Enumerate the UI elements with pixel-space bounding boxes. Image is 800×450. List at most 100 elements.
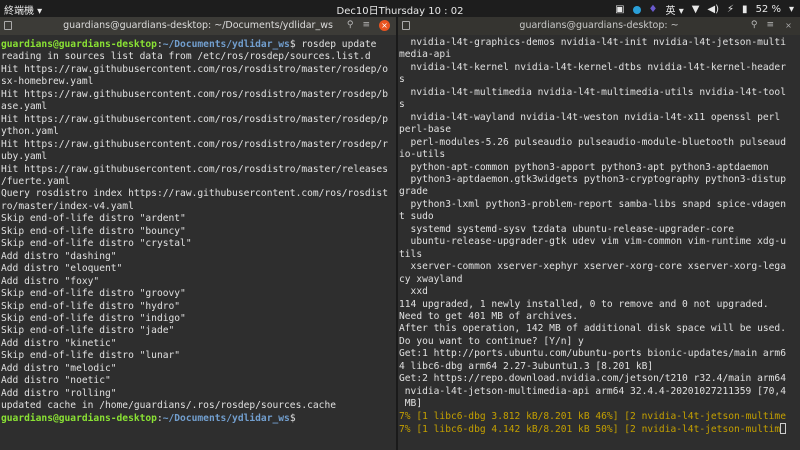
menu-icon[interactable]: ≡ — [362, 20, 370, 31]
line-text: media-api — [399, 49, 451, 61]
titlebar[interactable]: guardians@guardians-desktop: ~/Documents… — [0, 17, 396, 35]
terminal-line: systemd systemd-sysv tzdata ubuntu-relea… — [399, 224, 800, 236]
line-text: updated cache in /home/guardians/.ros/ro… — [1, 400, 337, 412]
battery-percent[interactable]: 52 % — [756, 4, 781, 15]
terminal-line: nvidia-l4t-kernel nvidia-l4t-kernel-dtbs… — [399, 62, 800, 74]
terminal-line: updated cache in /home/guardians/.ros/ro… — [1, 400, 396, 412]
battery-icon[interactable]: ▮ — [742, 4, 748, 15]
terminal-line: t sudo — [399, 211, 800, 223]
search-icon[interactable]: ⚲ — [751, 20, 758, 31]
terminal-line: io-utils — [399, 149, 800, 161]
terminal-line: nvidia-l4t-wayland nvidia-l4t-weston nvi… — [399, 112, 800, 124]
terminal-line: xserver-common xserver-xephyr xserver-xo… — [399, 261, 800, 273]
line-text: Add distro "eloquent" — [1, 263, 123, 275]
line-text: ro/master/index-v4.yaml — [1, 200, 134, 212]
top-panel: 終端機 ▾ Dec10日Thursday 10 : 02 ▣ ♦ 英 ▾ ▼ ◀… — [0, 0, 800, 17]
terminal-line: python-apt-common python3-apport python3… — [399, 162, 800, 174]
bluetooth-off-icon[interactable]: ⚡ — [727, 4, 734, 15]
line-text: Add distro "foxy" — [1, 275, 100, 287]
terminal-line: nvidia-l4t-graphics-demos nvidia-l4t-ini… — [399, 37, 800, 49]
text-cursor — [780, 423, 787, 435]
terminal-line: /fuerte.yaml — [1, 176, 396, 188]
prompt-path: ~/Documents/ydlidar_ws — [162, 39, 290, 50]
line-text: After this operation, 142 MB of addition… — [399, 323, 786, 335]
terminal-line: Skip end-of-life distro "ardent" — [1, 213, 396, 225]
window-title: guardians@guardians-desktop: ~ — [519, 20, 679, 31]
line-text: Do you want to continue? [Y/n] y — [399, 335, 584, 347]
line-text: Need to get 401 MB of archives. — [399, 310, 579, 322]
terminal-line: ubuntu-release-upgrader-gtk udev vim vim… — [399, 236, 800, 248]
terminal-line: Add distro "eloquent" — [1, 263, 396, 275]
terminal-line: perl-base — [399, 124, 800, 136]
prompt-user: guardians@guardians-desktop — [1, 39, 157, 50]
terminal-line: python3-aptdaemon.gtk3widgets python3-cr… — [399, 174, 800, 186]
line-text: python-apt-common python3-apport python3… — [399, 161, 769, 173]
line-text: perl-base — [399, 124, 451, 136]
terminal-line: Get:1 http://ports.ubuntu.com/ubuntu-por… — [399, 348, 800, 360]
line-text: s — [399, 74, 405, 86]
system-menu-chevron-icon[interactable]: ▾ — [789, 4, 794, 15]
terminal-line: MB] — [399, 398, 800, 410]
terminal-output[interactable]: nvidia-l4t-graphics-demos nvidia-l4t-ini… — [398, 35, 800, 437]
terminal-line: perl-modules-5.26 pulseaudio pulseaudio-… — [399, 137, 800, 149]
line-text: ython.yaml — [1, 126, 59, 138]
line-text: cy xwayland — [399, 273, 463, 285]
line-text: nvidia-l4t-wayland nvidia-l4t-weston nvi… — [399, 111, 781, 123]
line-text: MB] — [399, 398, 423, 410]
line-text: perl-modules-5.26 pulseaudio pulseaudio-… — [399, 136, 786, 148]
terminal-line: Add distro "foxy" — [1, 276, 396, 288]
line-text: t sudo — [399, 211, 434, 223]
terminal-line: guardians@guardians-desktop:~/Documents/… — [1, 413, 396, 425]
terminal-line: Skip end-of-life distro "crystal" — [1, 238, 396, 250]
line-text: io-utils — [399, 149, 446, 161]
terminal-line: cy xwayland — [399, 274, 800, 286]
bluetooth-app-icon[interactable]: ♦ — [649, 4, 658, 15]
line-text: Skip end-of-life distro "crystal" — [1, 238, 192, 250]
terminal-window-right[interactable]: guardians@guardians-desktop: ~ ⚲ ≡ × nvi… — [398, 17, 800, 450]
telegram-icon[interactable] — [632, 5, 641, 14]
line-text: systemd systemd-sysv tzdata ubuntu-relea… — [399, 223, 735, 235]
terminal-line: Query rosdistro index https://raw.github… — [1, 188, 396, 200]
terminal-line: Add distro "noetic" — [1, 375, 396, 387]
line-text: reading in sources list data from /etc/r… — [1, 51, 371, 63]
line-text: 114 upgraded, 1 newly installed, 0 to re… — [399, 298, 769, 310]
volume-icon[interactable]: ◀) — [707, 4, 719, 15]
terminal-line: Add distro "rolling" — [1, 388, 396, 400]
line-text: python3-aptdaemon.gtk3widgets python3-cr… — [399, 173, 786, 185]
input-method-menu[interactable]: 英 ▾ — [666, 2, 684, 17]
line-text: uby.yaml — [1, 151, 48, 163]
line-text: Add distro "noetic" — [1, 375, 111, 387]
terminal-line: guardians@guardians-desktop:~/Documents/… — [1, 39, 396, 51]
line-text: Skip end-of-life distro "ardent" — [1, 213, 186, 225]
terminal-line: Hit https://raw.githubusercontent.com/ro… — [1, 114, 396, 126]
terminal-line: xxd — [399, 286, 800, 298]
search-icon[interactable]: ⚲ — [347, 20, 354, 31]
line-text: Skip end-of-life distro "bouncy" — [1, 225, 186, 237]
screenshot-tray-icon[interactable]: ▣ — [615, 4, 624, 15]
prompt-user: guardians@guardians-desktop — [1, 412, 157, 424]
line-text: xxd — [399, 286, 428, 298]
command-text: $ rosdep update — [289, 39, 377, 50]
line-text: Query rosdistro index https://raw.github… — [1, 188, 388, 200]
terminal-output[interactable]: guardians@guardians-desktop:~/Documents/… — [0, 35, 396, 425]
terminal-window-left[interactable]: guardians@guardians-desktop: ~/Documents… — [0, 17, 396, 450]
wifi-icon[interactable]: ▼ — [692, 4, 700, 15]
close-icon[interactable]: × — [783, 20, 794, 31]
terminal-line: Need to get 401 MB of archives. — [399, 311, 800, 323]
terminal-line: nvidia-l4t-jetson-multimedia-api arm64 3… — [399, 386, 800, 398]
terminal-line: 4 libc6-dbg arm64 2.27-3ubuntu1.3 [8.201… — [399, 361, 800, 373]
progress-line-text: 7% [1 libc6-dbg 4.142 kB/8.201 kB 50%] [… — [399, 424, 781, 436]
terminal-line: Hit https://raw.githubusercontent.com/ro… — [1, 139, 396, 151]
terminal-line: python3-lxml python3-problem-report samb… — [399, 199, 800, 211]
terminal-line: s — [399, 74, 800, 86]
terminal-line: Do you want to continue? [Y/n] y — [399, 336, 800, 348]
terminal-line: grade — [399, 186, 800, 198]
titlebar[interactable]: guardians@guardians-desktop: ~ ⚲ ≡ × — [398, 17, 800, 35]
line-text: Add distro "dashing" — [1, 250, 117, 262]
line-text: Skip end-of-life distro "hydro" — [1, 300, 181, 312]
terminal-line: nvidia-l4t-multimedia nvidia-l4t-multime… — [399, 87, 800, 99]
line-text: python3-lxml python3-problem-report samb… — [399, 198, 786, 210]
command-text: $ — [289, 412, 302, 424]
menu-icon[interactable]: ≡ — [766, 20, 774, 31]
close-icon[interactable]: × — [379, 20, 390, 31]
